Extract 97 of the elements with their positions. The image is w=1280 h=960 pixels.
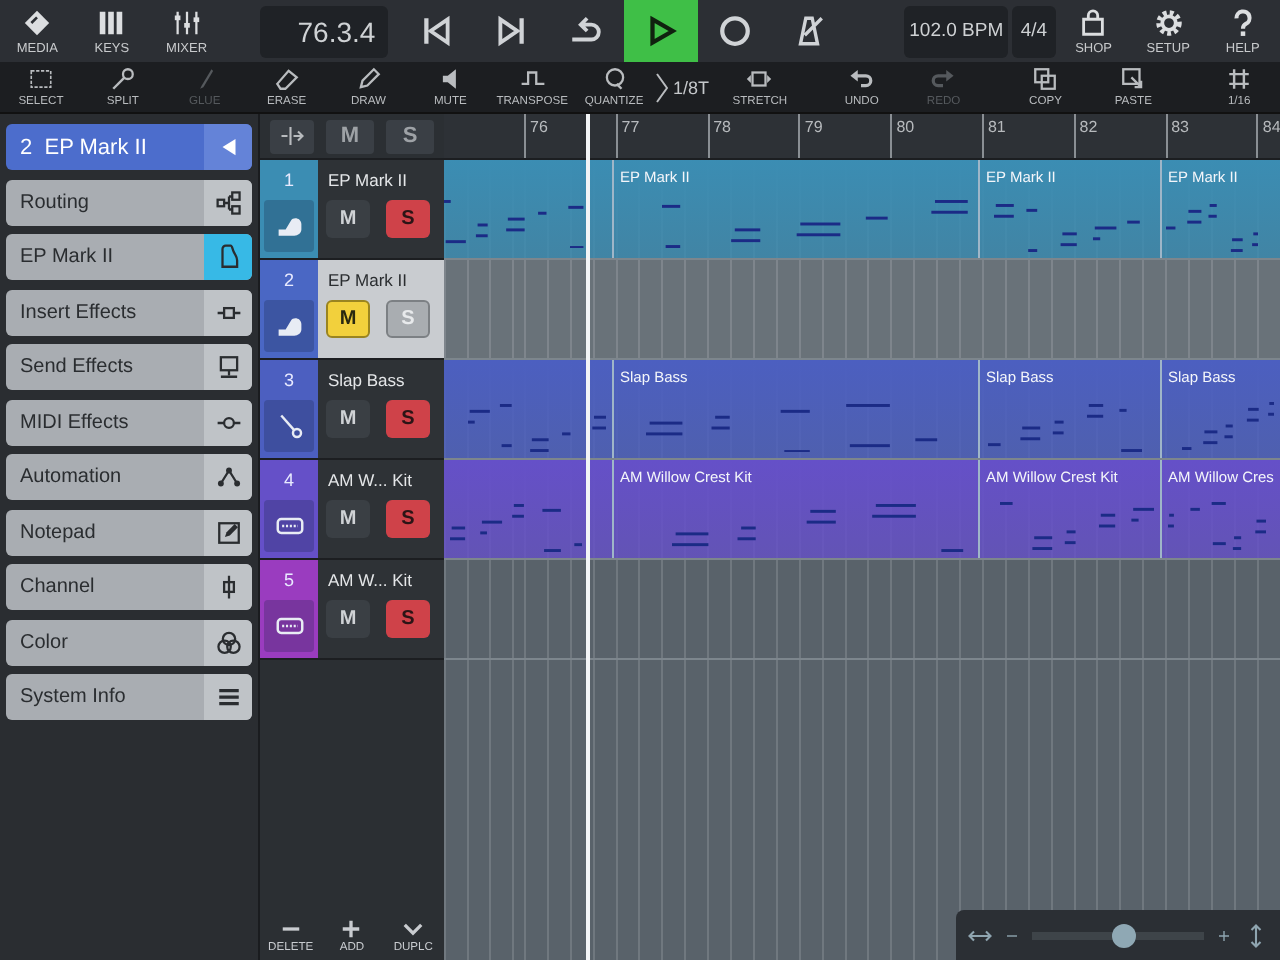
automation-icon: [215, 464, 241, 490]
bag-icon: [1078, 7, 1109, 37]
inspector-item[interactable]: Channel: [6, 564, 252, 610]
track-title: 2 EP Mark II: [18, 133, 149, 163]
track-number: 4: [281, 468, 296, 494]
rewind-icon: [419, 14, 454, 48]
paste-icon: [1120, 66, 1147, 92]
track-name: AM W... Kit: [326, 568, 415, 594]
menu-icon: [215, 684, 241, 710]
tempo-display[interactable]: 102.0 BPM: [904, 5, 1008, 57]
slider-thumb[interactable]: [1111, 923, 1136, 947]
bar-number: 83: [1165, 114, 1257, 158]
track-inspector-header[interactable]: 2 EP Mark II: [6, 124, 252, 170]
inspector-item[interactable]: Notepad: [6, 509, 252, 555]
midi-notes-drawing: [444, 199, 584, 249]
bar-number: 78: [707, 114, 799, 158]
drum-machine-icon: [275, 512, 303, 540]
forward-icon: [494, 14, 529, 48]
mixer-icon: [171, 7, 202, 37]
midi-notes-drawing: [1167, 501, 1267, 550]
solo-all-button[interactable]: S: [386, 119, 434, 153]
undo-icon: [848, 66, 875, 92]
grand-piano-icon: [275, 212, 303, 240]
quantize-icon: [601, 66, 628, 92]
midi-clip[interactable]: [444, 360, 612, 458]
piano-icon: [215, 244, 241, 270]
record-icon: [718, 14, 753, 48]
bar-number: 82: [1073, 114, 1166, 158]
position-display: 76.3.4: [259, 5, 388, 57]
time-signature-display[interactable]: 4/4: [1011, 5, 1057, 57]
arrow-icon: [280, 124, 304, 148]
notepad-icon: [215, 519, 241, 545]
plus-icon: [1216, 927, 1232, 943]
guitar-icon: [275, 412, 303, 440]
track-number: 2: [281, 268, 296, 294]
bar-number: 81: [981, 114, 1074, 158]
pencil-icon: [355, 66, 382, 92]
track-mute-toggle[interactable]: M: [326, 400, 370, 438]
tool-button[interactable]: 1/8T: [655, 62, 719, 112]
eraser-icon: [273, 66, 300, 92]
midi-notes-drawing: [467, 404, 607, 453]
track-mute-toggle[interactable]: M: [326, 500, 370, 538]
plus-icon: [340, 917, 363, 939]
media-icon: [22, 7, 53, 37]
bar-number: 77: [615, 114, 708, 158]
inspector-item[interactable]: Automation: [6, 454, 252, 500]
midi-notes-drawing: [449, 504, 582, 553]
track-header[interactable]: 3 Slap Bass M S: [260, 360, 444, 460]
routing-icon: [215, 189, 241, 215]
track-solo-toggle[interactable]: S: [386, 400, 430, 438]
keys-icon: [96, 7, 127, 37]
midi-clip[interactable]: [444, 460, 612, 558]
track-name: EP Mark II: [326, 268, 410, 294]
timeline-ruler[interactable]: 76 77 78 79 80 81 82 83 84: [444, 114, 1280, 160]
midi-clip[interactable]: [444, 160, 612, 258]
midi-notes-drawing: [1182, 402, 1275, 451]
track-name: EP Mark II: [326, 168, 410, 194]
track-header[interactable]: 5 AM W... Kit M S: [260, 560, 444, 660]
play-button[interactable]: [623, 0, 698, 62]
inspector-item[interactable]: Color: [6, 619, 252, 665]
inspector-item[interactable]: Send Effects: [6, 344, 252, 390]
settings-icon: [1153, 7, 1184, 37]
mute-all-button[interactable]: M: [326, 119, 374, 153]
track-mute-toggle[interactable]: M: [326, 600, 370, 638]
monitor-icon: [215, 354, 241, 380]
copy-icon: [1032, 66, 1059, 92]
grid-icon: [1226, 66, 1253, 92]
midi-notes-drawing: [1165, 203, 1258, 252]
drum-machine-icon: [275, 612, 303, 640]
redo-icon: [930, 66, 957, 92]
track-name: AM W... Kit: [326, 468, 415, 494]
inspector-item[interactable]: Insert Effects: [6, 289, 252, 335]
bar-number: 80: [890, 114, 982, 158]
track-header[interactable]: 4 AM W... Kit M S: [260, 460, 444, 560]
track-number: 1: [281, 168, 296, 194]
track-number: 5: [281, 568, 296, 594]
pin-icon: [109, 66, 136, 92]
inspector-item[interactable]: EP Mark II: [6, 234, 252, 280]
track-header[interactable]: 1 EP Mark II M S: [260, 160, 444, 260]
track-header[interactable]: 2 EP Mark II M S: [260, 260, 444, 360]
color-circles-icon: [215, 629, 241, 655]
track-name: Slap Bass: [326, 368, 407, 394]
bar-number: 79: [798, 114, 891, 158]
select-icon: [27, 66, 54, 92]
track-solo-toggle[interactable]: S: [386, 600, 430, 638]
bracket-icon: [655, 69, 667, 105]
bar-number: 84: [1256, 114, 1280, 158]
grand-piano-icon: [275, 312, 303, 340]
track-solo-toggle[interactable]: S: [386, 200, 430, 238]
track-mute-toggle[interactable]: M: [326, 200, 370, 238]
track-number: 3: [281, 368, 296, 394]
inspector-item[interactable]: System Info: [6, 674, 252, 720]
inspector-item[interactable]: MIDI Effects: [6, 399, 252, 445]
stretch-icon: [746, 66, 773, 92]
track-mute-toggle[interactable]: M: [326, 300, 370, 338]
track-solo-toggle[interactable]: S: [386, 500, 430, 538]
inspector-item[interactable]: Routing: [6, 179, 252, 225]
